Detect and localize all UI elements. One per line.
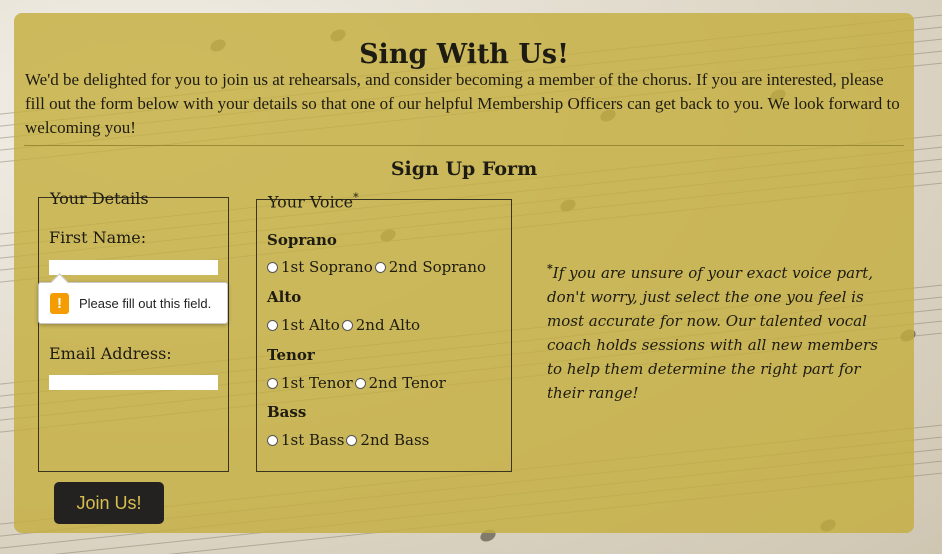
- email-field[interactable]: [49, 375, 218, 390]
- voice-legend: Your Voice*: [267, 191, 360, 211]
- validation-tooltip: ! Please fill out this field.: [38, 282, 228, 324]
- voice-group-bass: Bass: [267, 403, 307, 421]
- radio-circle[interactable]: [346, 434, 358, 446]
- radio-1st-tenor[interactable]: 1st Tenor: [267, 374, 353, 392]
- radio-label: 2nd Soprano: [388, 258, 487, 276]
- details-fieldset: Your Details First Name: Email Address:: [38, 189, 229, 472]
- signup-panel: Sing With Us! We'd be delighted for you …: [14, 13, 914, 533]
- radio-label: 1st Tenor: [281, 374, 353, 392]
- radio-label: 1st Soprano: [281, 258, 373, 276]
- radio-2nd-tenor[interactable]: 2nd Tenor: [354, 374, 446, 392]
- voice-legend-label: Your Voice: [268, 192, 354, 212]
- radio-2nd-soprano[interactable]: 2nd Soprano: [374, 258, 487, 276]
- radio-1st-bass[interactable]: 1st Bass: [267, 431, 344, 449]
- radio-circle[interactable]: [267, 434, 278, 446]
- radio-label: 2nd Bass: [360, 431, 430, 449]
- intro-text: We'd be delighted for you to join us at …: [25, 70, 900, 137]
- voice-group-tenor: Tenor: [267, 346, 315, 364]
- alto-options: 1st Alto 2nd Alto: [267, 316, 422, 334]
- radio-1st-alto[interactable]: 1st Alto: [267, 316, 340, 334]
- divider: [24, 145, 904, 146]
- radio-circle[interactable]: [267, 319, 278, 331]
- email-label: Email Address:: [49, 344, 172, 363]
- radio-circle[interactable]: [267, 377, 278, 389]
- voice-legend-asterisk: *: [353, 191, 359, 204]
- details-legend: Your Details: [50, 189, 149, 208]
- first-name-field[interactable]: [49, 260, 218, 275]
- radio-circle[interactable]: [341, 319, 353, 331]
- voice-fieldset: Your Voice* Soprano 1st Soprano 2nd Sopr…: [256, 191, 512, 472]
- radio-label: 2nd Tenor: [368, 374, 446, 392]
- radio-1st-soprano[interactable]: 1st Soprano: [267, 258, 373, 276]
- radio-2nd-alto[interactable]: 2nd Alto: [341, 316, 420, 334]
- voice-group-soprano: Soprano: [267, 231, 337, 249]
- page-title: Sing With Us!: [359, 39, 569, 70]
- soprano-options: 1st Soprano 2nd Soprano: [267, 258, 488, 276]
- radio-label: 1st Alto: [281, 316, 340, 334]
- radio-label: 2nd Alto: [355, 316, 420, 334]
- radio-circle[interactable]: [267, 261, 278, 273]
- radio-2nd-bass[interactable]: 2nd Bass: [346, 431, 429, 449]
- bass-options: 1st Bass 2nd Bass: [267, 431, 431, 449]
- radio-label: 1st Bass: [281, 431, 345, 449]
- validation-message: Please fill out this field.: [79, 296, 212, 311]
- radio-circle[interactable]: [374, 261, 386, 273]
- voice-help-note: *If you are unsure of your exact voice p…: [547, 257, 887, 405]
- join-us-button[interactable]: Join Us!: [54, 482, 164, 524]
- form-title: Sign Up Form: [390, 158, 538, 180]
- radio-circle[interactable]: [354, 377, 366, 389]
- tenor-options: 1st Tenor 2nd Tenor: [267, 374, 448, 392]
- first-name-label: First Name:: [49, 228, 147, 247]
- warning-icon: !: [50, 293, 69, 314]
- voice-group-alto: Alto: [267, 288, 302, 306]
- note-body: If you are unsure of your exact voice pa…: [547, 264, 878, 402]
